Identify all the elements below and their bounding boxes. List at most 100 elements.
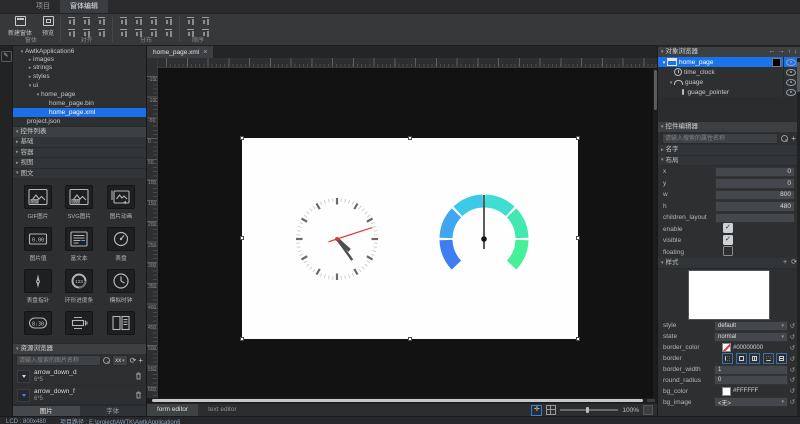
object-browser-header[interactable]: 对象浏览器 ← → ↑ ↓ <box>658 46 800 57</box>
selection-handle[interactable] <box>240 337 244 341</box>
resource-item[interactable]: arrow_down_d 6*5 <box>13 367 146 386</box>
bring-front-icon[interactable] <box>186 28 195 37</box>
object-item-guage[interactable]: guage <box>658 77 800 87</box>
zoom-slider[interactable] <box>560 409 618 411</box>
grid-toggle-icon[interactable] <box>546 405 556 415</box>
align-center-icon[interactable] <box>82 28 91 37</box>
reset-icon[interactable]: ↺ <box>788 366 797 374</box>
widget-image-value[interactable]: 0.00 图片值 <box>17 224 59 266</box>
border-vertical-button[interactable] <box>749 353 760 364</box>
visibility-toggle[interactable] <box>783 57 798 67</box>
tab-text-editor[interactable]: text editor <box>198 404 247 416</box>
reset-icon[interactable]: ↺ <box>788 355 797 363</box>
move-right-icon[interactable]: → <box>778 47 785 57</box>
widget-rich-text[interactable]: 富文本 <box>59 224 101 266</box>
gauge-widget[interactable] <box>446 195 522 265</box>
object-item-time-clock[interactable]: time_clock <box>658 67 800 77</box>
x-input[interactable]: 0 <box>715 167 795 178</box>
align-left-icon[interactable] <box>67 28 76 37</box>
move-left-icon[interactable]: ← <box>769 47 776 57</box>
section-name[interactable]: 名字 <box>658 145 800 156</box>
section-layout[interactable]: 布局 <box>658 156 800 167</box>
property-search-input[interactable] <box>662 133 778 144</box>
distribute-h1-icon[interactable] <box>119 16 128 25</box>
bg-image-select[interactable]: <无> <box>714 397 788 407</box>
reset-icon[interactable]: ↺ <box>788 322 797 330</box>
style-select[interactable]: default <box>714 321 788 331</box>
section-style[interactable]: 样式 +⟳ <box>658 258 800 269</box>
widget-list-header[interactable]: 控件列表 <box>13 126 146 137</box>
widget-gif-image[interactable]: GIF GIF图片 <box>17 182 59 224</box>
add-property-icon[interactable]: + <box>791 135 796 143</box>
widget-analog-clock[interactable]: 模拟时钟 <box>100 266 142 308</box>
border-color-swatch[interactable] <box>722 343 731 352</box>
category-basic[interactable]: 基础 <box>13 137 146 148</box>
distribute-v1-icon[interactable] <box>119 28 128 37</box>
move-down-icon[interactable]: ↓ <box>794 47 797 57</box>
reset-icon[interactable]: ↺ <box>788 376 797 384</box>
send-back-icon[interactable] <box>201 28 210 37</box>
bg-color-swatch[interactable] <box>722 387 731 396</box>
round-radius-input[interactable]: 0 <box>714 375 788 385</box>
selection-handle[interactable] <box>576 236 580 240</box>
h-input[interactable]: 480 <box>715 201 795 212</box>
resource-item[interactable]: arrow_down_f 6*5 <box>13 386 146 405</box>
horizontal-scrollbar-thumb[interactable] <box>152 399 643 402</box>
resource-filter-select[interactable]: xx <box>112 355 128 366</box>
delete-resource-icon[interactable] <box>135 386 142 404</box>
tree-item-home-page-xml[interactable]: home_page.xml <box>13 108 146 117</box>
category-image-text[interactable]: 图文 <box>13 169 146 180</box>
send-backward-icon[interactable] <box>201 16 210 25</box>
visibility-toggle[interactable] <box>783 67 798 77</box>
reset-icon[interactable]: ↺ <box>788 387 797 395</box>
bring-forward-icon[interactable] <box>186 16 195 25</box>
align-middle-icon[interactable] <box>82 16 91 25</box>
canvas-viewport[interactable]: -150-100-5005010015020025030035040045050… <box>147 68 657 398</box>
distribute-h2-icon[interactable] <box>134 16 143 25</box>
analog-clock-widget[interactable] <box>296 198 378 280</box>
state-select[interactable]: normal <box>714 332 788 342</box>
enable-checkbox[interactable] <box>723 223 733 233</box>
align-bottom-icon[interactable] <box>97 16 106 25</box>
visibility-toggle[interactable] <box>783 87 798 97</box>
selection-handle[interactable] <box>576 337 580 341</box>
widget-circle-progress[interactable]: 123 环形进度条 <box>59 266 101 308</box>
w-input[interactable]: 800 <box>715 190 795 201</box>
widget-gauge-pointer[interactable]: 表盘指针 <box>17 266 59 308</box>
distribute-h4-icon[interactable] <box>164 16 173 25</box>
tree-item-home-page-bin[interactable]: home_page.bin <box>13 99 146 108</box>
border-all-button[interactable] <box>736 353 747 364</box>
distribute-v4-icon[interactable] <box>164 28 173 37</box>
delete-resource-icon[interactable] <box>135 367 142 385</box>
selection-handle[interactable] <box>408 136 412 140</box>
distribute-h3-icon[interactable] <box>149 16 158 25</box>
horizontal-scrollbar-track[interactable] <box>147 398 657 403</box>
tree-item-home-page[interactable]: home_page <box>13 90 146 99</box>
add-style-icon[interactable]: + <box>783 258 787 268</box>
widget-editor-header[interactable]: 控件编辑器 <box>658 121 800 132</box>
tab-form-editor[interactable]: form editor <box>147 404 198 416</box>
reset-icon[interactable]: ↺ <box>788 344 797 352</box>
zoom-slider-thumb[interactable] <box>586 407 589 414</box>
category-container[interactable]: 容器 <box>13 148 146 159</box>
widget-gauge[interactable]: 表盘 <box>100 224 142 266</box>
widget-svg-image[interactable]: SVG SVG图片 <box>59 182 101 224</box>
add-resource-icon[interactable]: + <box>138 357 143 365</box>
menu-tab-project[interactable]: 项目 <box>26 0 60 13</box>
tree-item-ui[interactable]: ui <box>13 81 146 90</box>
resource-search-input[interactable] <box>16 355 101 366</box>
widget-list-view[interactable] <box>100 308 142 343</box>
menu-tab-form-edit[interactable]: 窗体编辑 <box>60 0 108 13</box>
selection-handle[interactable] <box>240 236 244 240</box>
align-top-icon[interactable] <box>67 16 76 25</box>
y-input[interactable]: 0 <box>715 178 795 189</box>
border-left-button[interactable] <box>722 353 733 364</box>
design-page[interactable] <box>242 138 578 339</box>
tree-item-root[interactable]: AwtkApplication6 <box>13 47 146 56</box>
reset-icon[interactable]: ↺ <box>788 333 797 341</box>
document-tab[interactable]: home_page.xml <box>147 46 213 58</box>
object-item-home-page[interactable]: home_page <box>658 57 800 67</box>
move-tool-icon[interactable]: ✛ <box>531 405 542 416</box>
style-swatch[interactable] <box>772 58 781 67</box>
tab-images[interactable]: 图片 <box>13 405 80 416</box>
